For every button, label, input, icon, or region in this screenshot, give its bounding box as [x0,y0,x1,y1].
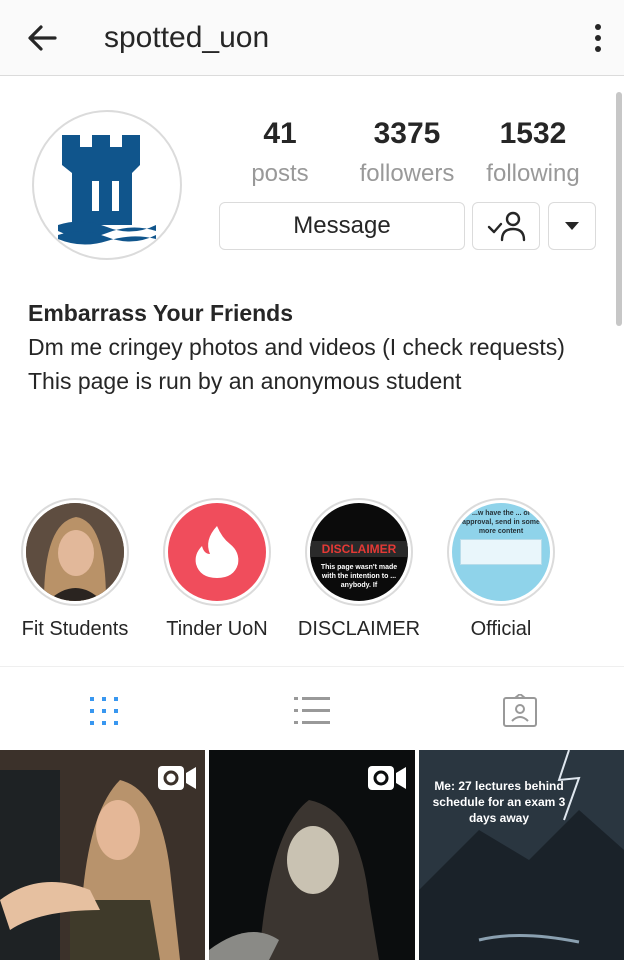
top-bar: spotted_uon [0,0,624,76]
tagged-icon [503,694,537,727]
bio-name: Embarrass Your Friends [28,300,294,326]
highlight-ring: ...w have the ... of approval, send in s… [447,498,555,606]
post-caption: Me: 27 lectures behind schedule for an e… [432,779,566,825]
bio-line-1: Dm me cringey photos and videos (I check… [28,334,565,360]
tab-grid[interactable] [84,691,124,731]
post-tile[interactable]: Me: 27 lectures behind schedule for an e… [419,750,624,960]
profile-avatar[interactable] [32,110,182,260]
followers-count: 3375 [373,117,441,150]
username-title: spotted_uon [104,21,270,54]
post-tile[interactable] [209,750,415,960]
followers-label: followers [359,160,455,187]
following-label: following [486,160,580,187]
highlight-thumbnail: ...w have the ... of approval, send in s… [452,503,550,601]
highlight-label: Fit Students [21,618,129,640]
grid-icon [90,697,118,725]
following-count: 1532 [499,117,567,150]
back-arrow-icon [28,25,57,51]
following-check-user-icon [487,211,526,242]
video-camera-icon [368,766,406,790]
bio-line-2: This page is run by an anonymous student [28,368,462,394]
more-vertical-icon [595,24,601,52]
video-camera-icon [158,766,196,790]
list-icon [294,697,330,724]
highlight-ring [21,498,129,606]
message-button[interactable]: Message [219,202,465,250]
thumbnail-title: DISCLAIMER [310,541,408,557]
tab-list[interactable] [292,691,332,731]
tinder-flame-icon [195,526,239,578]
uon-castle-logo-icon [58,135,156,245]
thumbnail-text: This page wasn't made with the intention… [320,564,398,589]
highlight-thumbnail [168,503,266,601]
highlight-ring: DISCLAIMER This page wasn't made with th… [305,498,413,606]
highlight-ring [163,498,271,606]
highlight-disclaimer[interactable]: DISCLAIMER This page wasn't made with th… [294,498,424,642]
highlight-thumbnail [26,503,124,601]
following-stat[interactable]: 1532 following [478,114,588,194]
avatar-image [39,117,175,253]
caret-down-icon [565,222,579,230]
highlight-tinder-uon[interactable]: Tinder UoN [152,498,282,642]
suggestions-dropdown-button[interactable] [548,202,596,250]
post-tile[interactable] [0,750,205,960]
profile-tabs [0,666,624,750]
posts-count: 41 [263,117,297,150]
highlight-label: Tinder UoN [166,618,268,640]
highlight-label: DISCLAIMER [297,618,421,640]
posts-label: posts [251,160,309,187]
highlight-fit-students[interactable]: Fit Students [10,498,140,642]
profile-bio: Embarrass Your Friends Dm me cringey pho… [28,296,608,398]
person-portrait-icon [26,503,124,601]
posts-stat: 41 posts [240,114,320,194]
followers-stat[interactable]: 3375 followers [352,114,462,194]
notification-card [460,539,542,565]
back-button[interactable] [22,18,62,58]
highlight-thumbnail: DISCLAIMER This page wasn't made with th… [310,503,408,601]
more-options-button[interactable] [586,18,610,58]
highlight-label: Official [470,618,532,640]
tab-tagged[interactable] [500,691,540,731]
highlight-official[interactable]: ...w have the ... of approval, send in s… [436,498,566,642]
scrollbar[interactable] [616,92,622,326]
following-status-button[interactable] [472,202,540,250]
thumbnail-text: ...w have the ... of approval, send in s… [462,510,540,535]
